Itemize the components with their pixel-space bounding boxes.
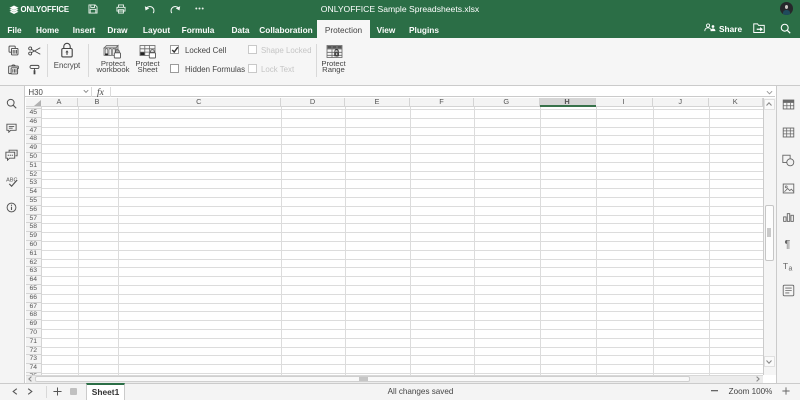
svg-text:ABC: ABC (6, 178, 17, 184)
svg-text:¶: ¶ (784, 239, 790, 250)
svg-text:a: a (789, 266, 793, 273)
svg-text:T: T (783, 261, 788, 271)
